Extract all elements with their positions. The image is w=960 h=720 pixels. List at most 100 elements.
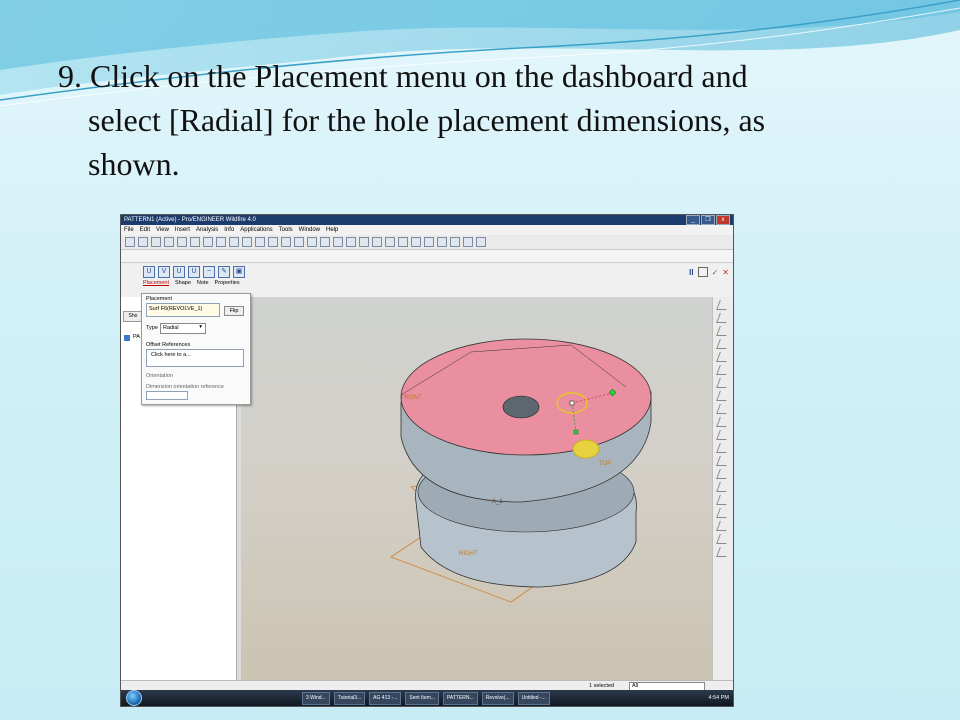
zoom-in-icon[interactable] — [294, 237, 304, 247]
type-dropdown[interactable]: Radial ▾ — [160, 323, 206, 334]
tab-shape[interactable]: Shape — [175, 280, 191, 286]
wireframe-icon[interactable] — [372, 237, 382, 247]
shading-icon[interactable] — [411, 237, 421, 247]
ok-button[interactable]: ✓ — [712, 268, 719, 277]
model-tree-root[interactable]: PA — [133, 334, 140, 340]
rib-tool-icon[interactable] — [716, 456, 730, 466]
dashboard-controls: II ✓ ✕ — [685, 267, 729, 277]
menu-help[interactable]: Help — [326, 227, 338, 233]
save-icon[interactable] — [151, 237, 161, 247]
pattern-tool-icon[interactable] — [716, 508, 730, 518]
print-icon[interactable] — [164, 237, 174, 247]
point-tool-icon[interactable] — [716, 339, 730, 349]
datum-planes-icon[interactable] — [424, 237, 434, 247]
taskbar-item-windows[interactable]: 3 Wind... — [302, 691, 330, 705]
datum-axes-icon[interactable] — [437, 237, 447, 247]
pause-button[interactable]: II — [689, 268, 693, 277]
curve-tool-icon[interactable] — [716, 326, 730, 336]
taskbar-item-tutorial[interactable]: Tutorial3... — [333, 691, 366, 705]
menu-applications[interactable]: Applications — [240, 227, 272, 233]
tab-placement[interactable]: Placement — [143, 280, 169, 286]
drag-handle-diameter[interactable] — [573, 429, 579, 435]
csys-icon[interactable] — [463, 237, 473, 247]
saved-views-icon[interactable] — [346, 237, 356, 247]
menu-insert[interactable]: Insert — [175, 227, 190, 233]
start-button[interactable] — [126, 690, 142, 706]
menu-tools[interactable]: Tools — [279, 227, 293, 233]
plane-tool-icon[interactable] — [716, 300, 730, 310]
taskbar-item-sent-items[interactable]: Sent Item... — [405, 691, 439, 705]
sketch-tool-icon[interactable] — [716, 365, 730, 375]
round-tool-icon[interactable] — [716, 482, 730, 492]
open-icon[interactable] — [138, 237, 148, 247]
show-button[interactable]: Sho — [123, 311, 143, 322]
filter-bar — [121, 250, 733, 263]
drag-handle-center[interactable] — [569, 400, 575, 406]
zoom-out-icon[interactable] — [307, 237, 317, 247]
email-icon[interactable] — [177, 237, 187, 247]
orientation-collector[interactable] — [146, 391, 188, 400]
type-label: Type — [146, 325, 158, 331]
whats-this-icon[interactable] — [476, 237, 486, 247]
layers-icon[interactable] — [359, 237, 369, 247]
hole-tool-icon[interactable] — [716, 430, 730, 440]
paste-icon[interactable] — [242, 237, 252, 247]
merge-tool-icon[interactable] — [716, 534, 730, 544]
redo-icon[interactable] — [203, 237, 213, 247]
menu-view[interactable]: View — [156, 227, 169, 233]
taskbar-item-revolve[interactable]: Revolve(... — [481, 691, 514, 705]
menu-file[interactable]: File — [124, 227, 134, 233]
hidden-line-icon[interactable] — [385, 237, 395, 247]
axis-tool-icon[interactable] — [716, 313, 730, 323]
blend-tool-icon[interactable] — [716, 417, 730, 427]
csys-tool-icon[interactable] — [716, 352, 730, 362]
center-hole — [502, 395, 540, 419]
menu-edit[interactable]: Edit — [140, 227, 150, 233]
no-hidden-icon[interactable] — [398, 237, 408, 247]
shell-tool-icon[interactable] — [716, 443, 730, 453]
undo-icon[interactable] — [190, 237, 200, 247]
find-icon[interactable] — [268, 237, 278, 247]
repaint-icon[interactable] — [281, 237, 291, 247]
simple-hole-icon[interactable]: U — [173, 266, 185, 278]
sketcher-icon[interactable]: ✎ — [218, 266, 230, 278]
flip-button[interactable]: Flip — [224, 306, 244, 316]
copy-icon[interactable] — [229, 237, 239, 247]
sweep-tool-icon[interactable] — [716, 404, 730, 414]
sketch-hole-icon[interactable]: ~ — [203, 266, 215, 278]
placement-reference-value: Surf F6(REVOLVE_1) — [149, 306, 203, 312]
offset-references-label: Offset References — [146, 342, 191, 348]
placement-reference-collector[interactable]: Surf F6(REVOLVE_1) — [146, 303, 220, 317]
taskbar-item-ag413[interactable]: AG 413 -... — [369, 691, 402, 705]
maximize-button[interactable]: ❐ — [701, 215, 715, 225]
standard-drill-icon[interactable]: U — [188, 266, 200, 278]
tab-note[interactable]: Note — [197, 280, 209, 286]
menu-info[interactable]: Info — [224, 227, 234, 233]
menu-window[interactable]: Window — [299, 227, 320, 233]
datum-points-icon[interactable] — [450, 237, 460, 247]
revolve-tool-icon[interactable] — [716, 391, 730, 401]
cut-icon[interactable] — [216, 237, 226, 247]
new-icon[interactable] — [125, 237, 135, 247]
regenerate-icon[interactable] — [255, 237, 265, 247]
offset-references-collector[interactable]: Click here to a... — [146, 349, 244, 367]
open-sketch-icon[interactable]: ▣ — [233, 266, 245, 278]
minimize-button[interactable]: _ — [686, 215, 700, 225]
standard-hole-icon[interactable]: V — [158, 266, 170, 278]
close-button[interactable]: x — [716, 215, 730, 225]
orient-icon[interactable] — [333, 237, 343, 247]
mirror-tool-icon[interactable] — [716, 521, 730, 531]
refit-icon[interactable] — [320, 237, 330, 247]
taskbar-item-untitled[interactable]: Untitled -... — [517, 691, 550, 705]
cancel-dashboard-button[interactable]: ✕ — [722, 268, 729, 277]
graphics-window[interactable]: FRONT TOP RIGHT A_1 — [241, 297, 713, 686]
draft-tool-icon[interactable] — [716, 469, 730, 479]
extrude-tool-icon[interactable] — [716, 378, 730, 388]
chamfer-tool-icon[interactable] — [716, 495, 730, 505]
preview-icon[interactable] — [697, 267, 708, 277]
tab-properties[interactable]: Properties — [215, 280, 240, 286]
menu-analysis[interactable]: Analysis — [196, 227, 218, 233]
straight-hole-icon[interactable]: U — [143, 266, 155, 278]
taskbar-item-pattern[interactable]: PATTERN... — [442, 691, 478, 705]
trim-tool-icon[interactable] — [716, 547, 730, 557]
